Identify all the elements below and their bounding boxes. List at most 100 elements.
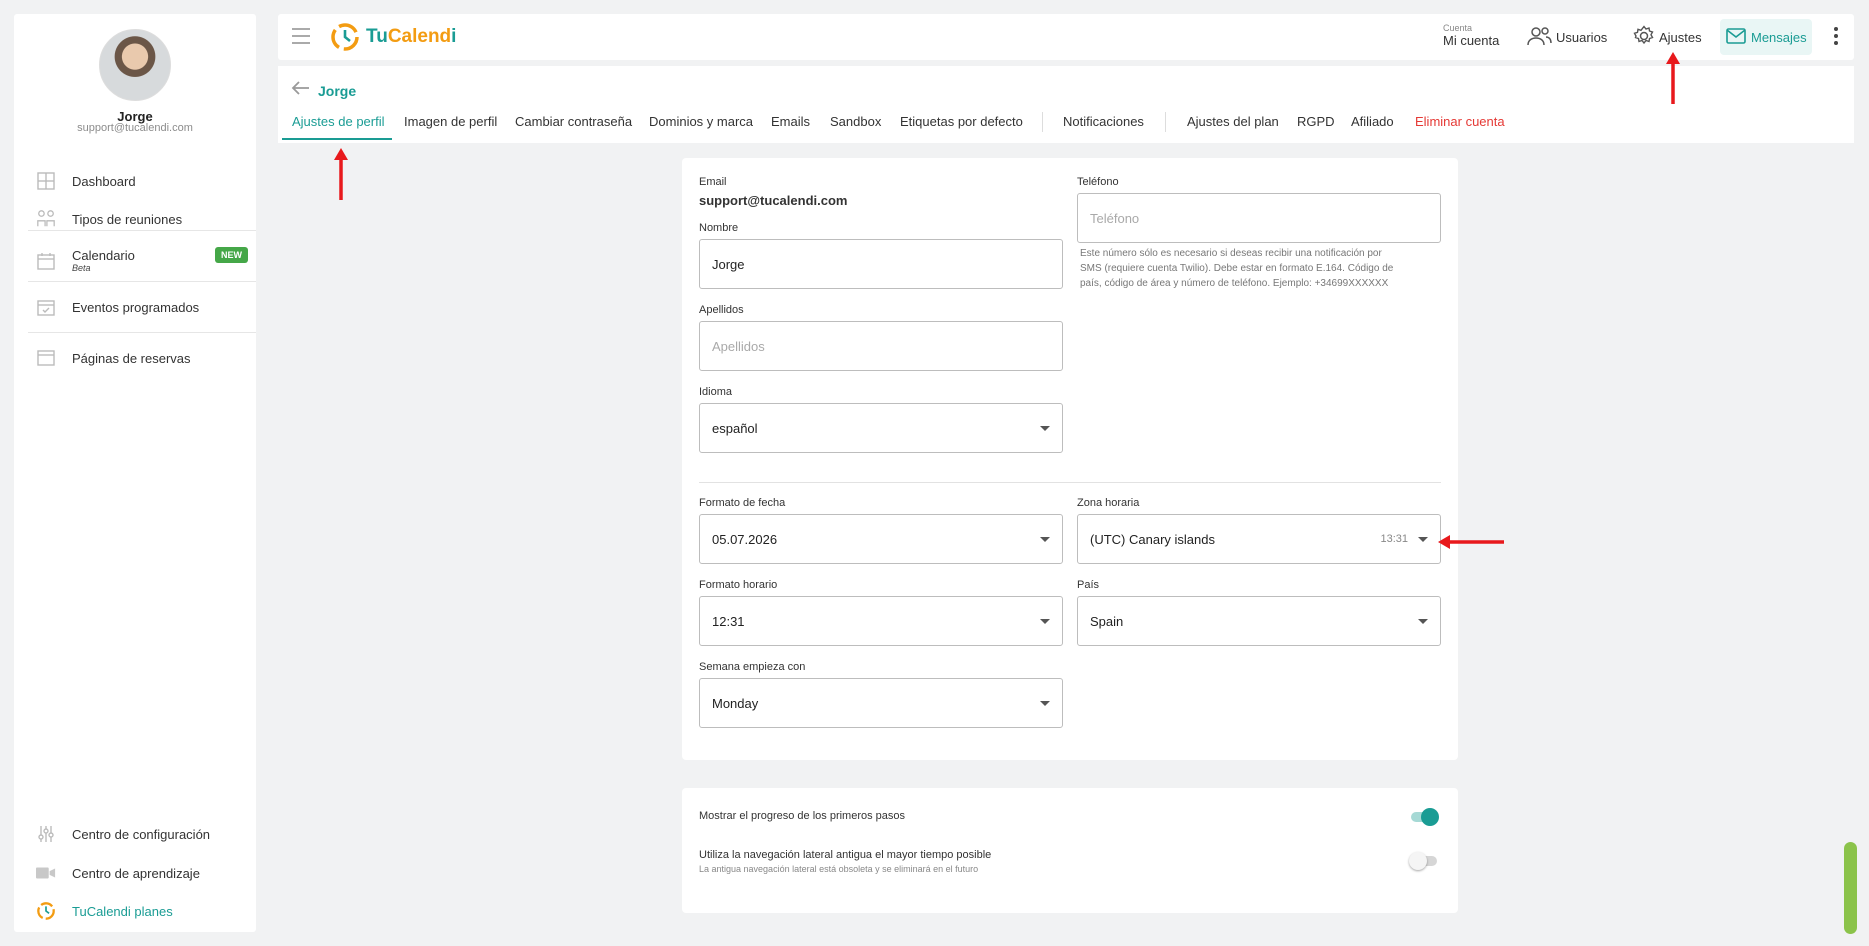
language-label: Idioma — [699, 386, 733, 398]
page-title: Jorge — [318, 82, 357, 99]
phone-label: Teléfono — [1077, 176, 1119, 188]
sidebar-item-calendar[interactable]: Calendario Beta NEW — [14, 238, 256, 284]
name-label: Nombre — [699, 222, 739, 234]
toggle-knob — [1421, 808, 1439, 826]
week-start-label: Semana empieza con — [699, 661, 806, 673]
divider — [28, 332, 256, 333]
annotation-arrow-left-icon — [1438, 535, 1504, 549]
tab-plan-settings[interactable]: Ajustes del plan — [1187, 114, 1279, 129]
tab-profile-image[interactable]: Imagen de perfil — [404, 114, 497, 129]
country-label: País — [1077, 579, 1100, 591]
divider — [699, 482, 1441, 483]
tab-affiliate[interactable]: Afiliado — [1351, 114, 1394, 129]
tucalendi-logo-icon[interactable] — [330, 22, 360, 52]
account-menu[interactable]: Cuenta Mi cuenta — [1443, 23, 1499, 48]
logo-calend: Calend — [387, 26, 452, 47]
back-link[interactable]: Jorge — [290, 80, 356, 101]
sidebar: Jorge support@tucalendi.com Dashboard Ti… — [14, 14, 256, 932]
timezone-value: (UTC) Canary islands — [1090, 531, 1215, 547]
sidebar-item-learning-center[interactable]: Centro de aprendizaje — [14, 854, 256, 892]
calendar-icon — [36, 251, 56, 271]
surname-label: Apellidos — [699, 304, 744, 316]
phone-help-line: país, código de área y número de teléfon… — [1080, 278, 1389, 289]
country-select[interactable]: Spain — [1077, 596, 1441, 646]
phone-help-line: SMS (requiere cuenta Twilio). Debe estar… — [1080, 263, 1394, 274]
week-start-select[interactable]: Monday — [699, 678, 1063, 728]
surname-field[interactable]: Apellidos — [699, 321, 1063, 371]
timezone-select[interactable]: (UTC) Canary islands 13:31 — [1077, 514, 1441, 564]
phone-help-text: Este número sólo es necesario si deseas … — [1080, 246, 1393, 291]
time-format-value: 12:31 — [712, 613, 745, 629]
phone-field[interactable]: Teléfono — [1077, 193, 1441, 243]
sidebar-item-label: Tipos de reuniones — [72, 211, 183, 227]
tab-notifications[interactable]: Notificaciones — [1063, 114, 1144, 129]
sidebar-item-scheduled-events[interactable]: Eventos programados — [14, 288, 256, 326]
tab-delete-account[interactable]: Eliminar cuenta — [1415, 114, 1505, 129]
tab-default-labels[interactable]: Etiquetas por defecto — [900, 114, 1023, 129]
email-label: Email — [699, 176, 727, 188]
caret-down-icon — [1418, 619, 1428, 624]
email-value: support@tucalendi.com — [699, 193, 848, 208]
sidebar-item-config-center[interactable]: Centro de configuración — [14, 815, 256, 853]
name-field[interactable]: Jorge — [699, 239, 1063, 289]
legacy-nav-toggle[interactable] — [1409, 852, 1437, 870]
window-icon — [36, 348, 56, 368]
settings-label: Ajustes — [1659, 30, 1702, 45]
phone-help-line: Este número sólo es necesario si deseas … — [1080, 248, 1382, 259]
logo-text[interactable]: TuCalendi — [366, 26, 456, 48]
tucalendi-logo-icon — [36, 901, 56, 921]
settings-button[interactable]: Ajustes — [1633, 25, 1702, 50]
tab-emails[interactable]: Emails — [771, 114, 810, 129]
sidebar-item-booking-pages[interactable]: Páginas de reservas — [14, 339, 256, 377]
user-email: support@tucalendi.com — [77, 122, 193, 134]
sidebar-item-meeting-types[interactable]: Tipos de reuniones — [14, 200, 256, 238]
scrollbar-thumb[interactable] — [1844, 842, 1857, 934]
sidebar-item-label: Eventos programados — [72, 299, 200, 315]
tab-profile-settings[interactable]: Ajustes de perfil — [292, 114, 385, 129]
users-button[interactable]: Usuarios — [1526, 25, 1607, 50]
language-value: español — [712, 420, 758, 436]
tab-divider — [1042, 112, 1043, 132]
annotation-arrow-up-icon — [1666, 52, 1680, 104]
caret-down-icon — [1040, 701, 1050, 706]
name-value: Jorge — [712, 256, 745, 272]
users-label: Usuarios — [1556, 30, 1608, 45]
users-icon — [1526, 25, 1552, 50]
sidebar-item-dashboard[interactable]: Dashboard — [14, 162, 256, 200]
language-select[interactable]: español — [699, 403, 1063, 453]
progress-toggle[interactable] — [1411, 808, 1439, 826]
avatar[interactable] — [99, 29, 171, 101]
kebab-menu-icon[interactable] — [1834, 27, 1838, 45]
toggle-knob — [1409, 852, 1427, 870]
surname-placeholder: Apellidos — [712, 338, 765, 354]
mail-icon — [1726, 27, 1746, 47]
sliders-icon — [36, 824, 56, 844]
tab-domains-brand[interactable]: Dominios y marca — [649, 114, 753, 129]
grid-icon — [36, 171, 56, 191]
progress-toggle-label: Mostrar el progreso de los primeros paso… — [699, 810, 906, 822]
messages-button[interactable]: Mensajes — [1720, 19, 1812, 55]
sidebar-item-label: Centro de configuración — [72, 826, 211, 842]
time-format-select[interactable]: 12:31 — [699, 596, 1063, 646]
sidebar-item-label: TuCalendi planes — [72, 903, 173, 919]
people-icon — [36, 209, 56, 229]
sidebar-item-plans[interactable]: TuCalendi planes — [14, 892, 256, 930]
tab-change-password[interactable]: Cambiar contraseña — [515, 114, 632, 129]
date-format-label: Formato de fecha — [699, 497, 786, 509]
new-badge: NEW — [215, 247, 248, 263]
date-format-select[interactable]: 05.07.2026 — [699, 514, 1063, 564]
caret-down-icon — [1040, 537, 1050, 542]
time-format-label: Formato horario — [699, 579, 778, 591]
top-bar: TuCalendi Cuenta Mi cuenta Usuarios Ajus… — [278, 14, 1854, 60]
tab-gdpr[interactable]: RGPD — [1297, 114, 1335, 129]
beta-label: Beta — [72, 263, 91, 273]
caret-down-icon — [1040, 619, 1050, 624]
tab-sandbox[interactable]: Sandbox — [830, 114, 881, 129]
logo-i: i — [451, 26, 457, 47]
legacy-nav-hint: La antigua navegación lateral está obsol… — [699, 864, 979, 874]
date-format-value: 05.07.2026 — [712, 531, 778, 547]
calendar-check-icon — [36, 297, 56, 317]
week-start-value: Monday — [712, 695, 759, 711]
hamburger-icon[interactable] — [292, 28, 310, 44]
account-label: Mi cuenta — [1443, 33, 1500, 48]
